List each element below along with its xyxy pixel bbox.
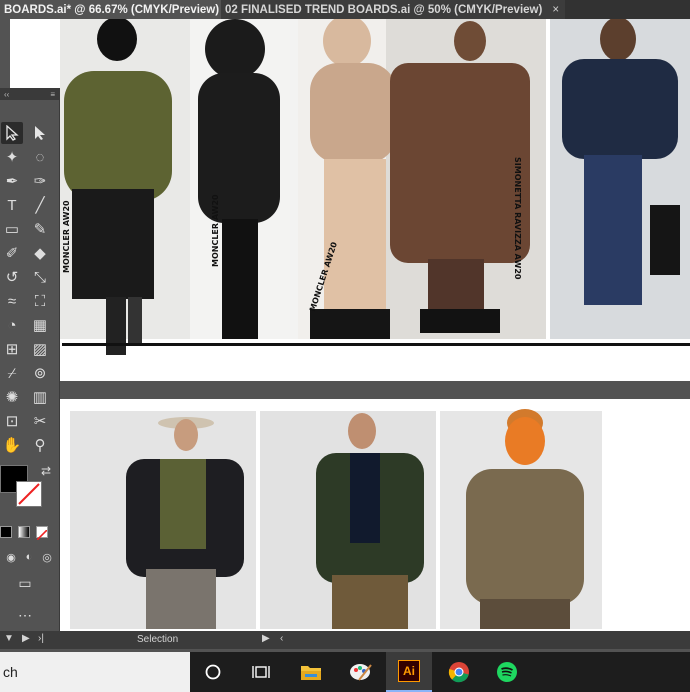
pen-tool-icon[interactable]: ✒ — [1, 170, 23, 192]
stroke-swatch[interactable] — [16, 481, 42, 507]
current-tool-label[interactable]: Selection — [137, 634, 178, 645]
eraser-tool-icon[interactable]: ◆ — [29, 242, 51, 264]
panel-menu-icon[interactable]: ≡ — [50, 90, 55, 99]
taskbar-search-input[interactable]: ch — [0, 652, 190, 692]
last-artboard-icon[interactable]: ›| — [38, 633, 44, 644]
line-tool-icon[interactable]: ╱ — [29, 194, 51, 216]
cortana-icon[interactable] — [190, 652, 236, 692]
screen-mode-icon[interactable]: ▭ — [14, 572, 36, 594]
paintbrush-tool-icon[interactable]: ✎ — [29, 218, 51, 240]
close-tab-icon[interactable]: × — [552, 4, 559, 16]
chrome-icon[interactable] — [436, 652, 482, 692]
shaper-tool-icon[interactable]: ✐ — [1, 242, 23, 264]
column-graph-tool-icon[interactable]: ▥ — [29, 386, 51, 408]
collapse-icon[interactable]: ‹‹ — [4, 90, 9, 99]
artboard-tool-icon[interactable]: ⊡ — [1, 410, 23, 432]
symbol-sprayer-tool-icon[interactable]: ✺ — [1, 386, 23, 408]
tools-panel: ‹‹ ≡ ✦ ◌ ✒ ✑ T ╱ ▭ ✎ ✐ ◆ ↺ ⤡ ≈ ⛶ ◔ ▦ ⊞ ▨… — [0, 88, 60, 631]
spotify-icon[interactable] — [484, 652, 530, 692]
next-artboard-icon[interactable]: ▶ — [22, 633, 30, 644]
file-explorer-icon[interactable] — [288, 652, 334, 692]
mesh-tool-icon[interactable]: ⊞ — [1, 338, 23, 360]
document-tab-bar: BOARDS.ai* @ 66.67% (CMYK/Preview) × 02 … — [0, 0, 690, 19]
perspective-grid-tool-icon[interactable]: ▦ — [29, 314, 51, 336]
color-mode-icon[interactable] — [0, 526, 12, 538]
type-tool-icon[interactable]: T — [1, 194, 23, 216]
tab-trend-boards[interactable]: 02 FINALISED TREND BOARDS.ai @ 50% (CMYK… — [221, 0, 566, 19]
curvature-tool-icon[interactable]: ✑ — [29, 170, 51, 192]
scale-tool-icon[interactable]: ⤡ — [29, 266, 51, 288]
task-view-icon[interactable] — [238, 652, 284, 692]
artboard-top[interactable]: MONCLER AW20 MONCLER AW20 MONCLER AW20 S… — [10, 15, 690, 381]
collage-top-image — [60, 15, 690, 355]
zoom-tool-icon[interactable]: ⚲ — [29, 434, 51, 456]
search-text: ch — [3, 664, 18, 680]
slice-tool-icon[interactable]: ✂ — [29, 410, 51, 432]
paint-icon[interactable] — [338, 652, 384, 692]
brand-tag: MONCLER AW20 — [62, 200, 71, 273]
warp-tool-icon[interactable]: ≈ — [1, 290, 23, 312]
lasso-tool-icon[interactable]: ◌ — [29, 146, 51, 168]
gradient-tool-icon[interactable]: ▨ — [29, 338, 51, 360]
collage-bottom-image — [70, 409, 602, 629]
selection-tool-icon[interactable] — [1, 122, 23, 144]
divider-line — [62, 343, 690, 346]
windows-taskbar: ch Ai — [0, 652, 690, 692]
eyedropper-tool-icon[interactable]: ⌿ — [1, 362, 23, 384]
rotate-tool-icon[interactable]: ↺ — [1, 266, 23, 288]
artboard-bottom[interactable] — [60, 399, 690, 631]
free-transform-tool-icon[interactable]: ⛶ — [29, 290, 51, 312]
hand-tool-icon[interactable]: ✋ — [1, 434, 23, 456]
tab-boards-active[interactable]: BOARDS.ai* @ 66.67% (CMYK/Preview) × — [0, 0, 236, 19]
rectangle-tool-icon[interactable]: ▭ — [1, 218, 23, 240]
shape-builder-tool-icon[interactable]: ◔ — [1, 314, 23, 336]
gradient-mode-icon[interactable] — [18, 526, 30, 538]
illustrator-taskbar-button[interactable]: Ai — [386, 652, 432, 692]
brand-tag: SIMONETTA RAVIZZA AW20 — [513, 157, 522, 280]
direct-selection-tool-icon[interactable] — [29, 122, 51, 144]
edit-toolbar-icon[interactable]: ⋯ — [14, 604, 36, 626]
magic-wand-tool-icon[interactable]: ✦ — [1, 146, 23, 168]
tools-panel-header[interactable]: ‹‹ ≡ — [0, 88, 59, 100]
illustrator-icon: Ai — [398, 660, 420, 682]
swap-fill-stroke-icon[interactable]: ⇄ — [35, 460, 57, 482]
scroll-left-icon[interactable]: ‹ — [280, 633, 283, 644]
draw-inside-icon[interactable]: ◎ — [36, 546, 58, 568]
status-bar: ▼ ▶ ›| Selection ▶ ‹ — [0, 631, 690, 649]
none-mode-icon[interactable] — [36, 526, 48, 541]
tab-label: BOARDS.ai* @ 66.67% (CMYK/Preview) — [4, 3, 220, 16]
status-menu-icon[interactable]: ▶ — [262, 633, 270, 644]
blend-tool-icon[interactable]: ⊚ — [29, 362, 51, 384]
brand-tag: MONCLER AW20 — [211, 194, 220, 267]
first-artboard-icon[interactable]: ▼ — [4, 633, 14, 644]
tab-label: 02 FINALISED TREND BOARDS.ai @ 50% (CMYK… — [225, 3, 543, 16]
